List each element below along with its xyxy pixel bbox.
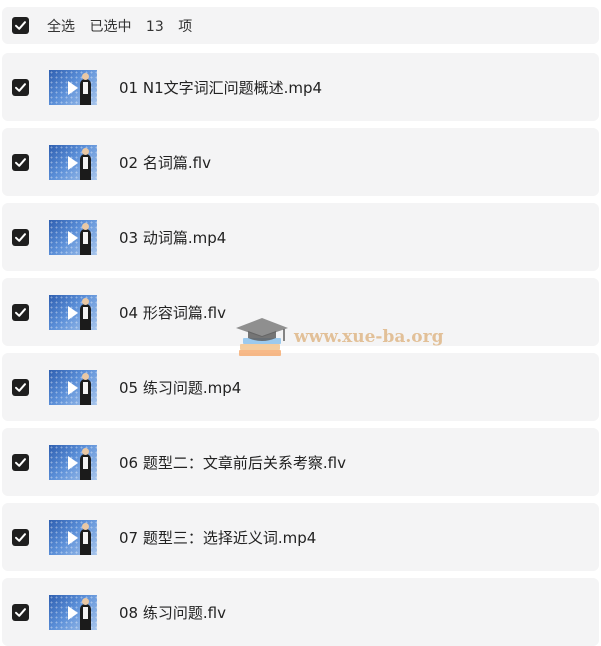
checkmark-icon <box>15 457 26 467</box>
file-row[interactable]: 02 名词篇.flv <box>2 128 599 196</box>
play-icon <box>68 455 78 470</box>
file-checkbox[interactable] <box>12 378 29 396</box>
file-name[interactable]: 06 题型二：文章前后关系考察.flv <box>119 452 346 473</box>
play-icon <box>68 155 78 170</box>
file-checkbox[interactable] <box>12 153 29 171</box>
file-checkbox[interactable] <box>12 603 29 621</box>
file-row[interactable]: 03 动词篇.mp4 <box>2 203 599 271</box>
select-all-label[interactable]: 全选 <box>47 19 75 35</box>
file-name[interactable]: 08 练习问题.flv <box>119 602 226 623</box>
play-icon <box>68 80 78 95</box>
checkmark-icon <box>15 607 26 617</box>
selected-count: 13 <box>145 18 164 35</box>
checkmark-icon <box>15 532 26 542</box>
checkmark-icon <box>15 157 26 167</box>
file-name[interactable]: 05 练习问题.mp4 <box>119 377 241 398</box>
select-all-bar: 全选 已选中 13 项 <box>2 7 599 44</box>
video-thumbnail[interactable] <box>49 69 97 105</box>
checkmark-icon <box>15 382 26 392</box>
checkmark-icon <box>15 21 26 30</box>
play-icon <box>68 605 78 620</box>
video-thumbnail[interactable] <box>49 219 97 255</box>
file-row[interactable]: 04 形容词篇.flv <box>2 278 599 346</box>
video-thumbnail[interactable] <box>49 594 97 630</box>
checkmark-icon <box>15 307 26 317</box>
video-thumbnail[interactable] <box>49 144 97 180</box>
unit-label: 项 <box>178 18 193 35</box>
file-row[interactable]: 08 练习问题.flv <box>2 578 599 646</box>
file-row[interactable]: 06 题型二：文章前后关系考察.flv <box>2 428 599 496</box>
play-icon <box>68 380 78 395</box>
file-row[interactable]: 07 题型三：选择近义词.mp4 <box>2 503 599 571</box>
file-checkbox[interactable] <box>12 228 29 246</box>
file-row[interactable]: 01 N1文字词汇问题概述.mp4 <box>2 53 599 121</box>
file-row[interactable]: 05 练习问题.mp4 <box>2 353 599 421</box>
video-thumbnail[interactable] <box>49 369 97 405</box>
play-icon <box>68 305 78 320</box>
video-thumbnail[interactable] <box>49 519 97 555</box>
selected-label: 已选中 <box>89 18 132 35</box>
play-icon <box>68 230 78 245</box>
file-checkbox[interactable] <box>12 528 29 546</box>
file-checkbox[interactable] <box>12 303 29 321</box>
file-checkbox[interactable] <box>12 78 29 96</box>
file-name[interactable]: 03 动词篇.mp4 <box>119 227 226 248</box>
video-thumbnail[interactable] <box>49 294 97 330</box>
file-name[interactable]: 07 题型三：选择近义词.mp4 <box>119 527 316 548</box>
file-checkbox[interactable] <box>12 453 29 471</box>
checkmark-icon <box>15 82 26 92</box>
file-name[interactable]: 04 形容词篇.flv <box>119 302 226 323</box>
file-name[interactable]: 01 N1文字词汇问题概述.mp4 <box>119 77 322 98</box>
checkmark-icon <box>15 232 26 242</box>
selection-summary: 全选 已选中 13 项 <box>47 16 202 36</box>
video-thumbnail[interactable] <box>49 444 97 480</box>
play-icon <box>68 530 78 545</box>
select-all-checkbox[interactable] <box>12 17 29 34</box>
file-name[interactable]: 02 名词篇.flv <box>119 152 211 173</box>
